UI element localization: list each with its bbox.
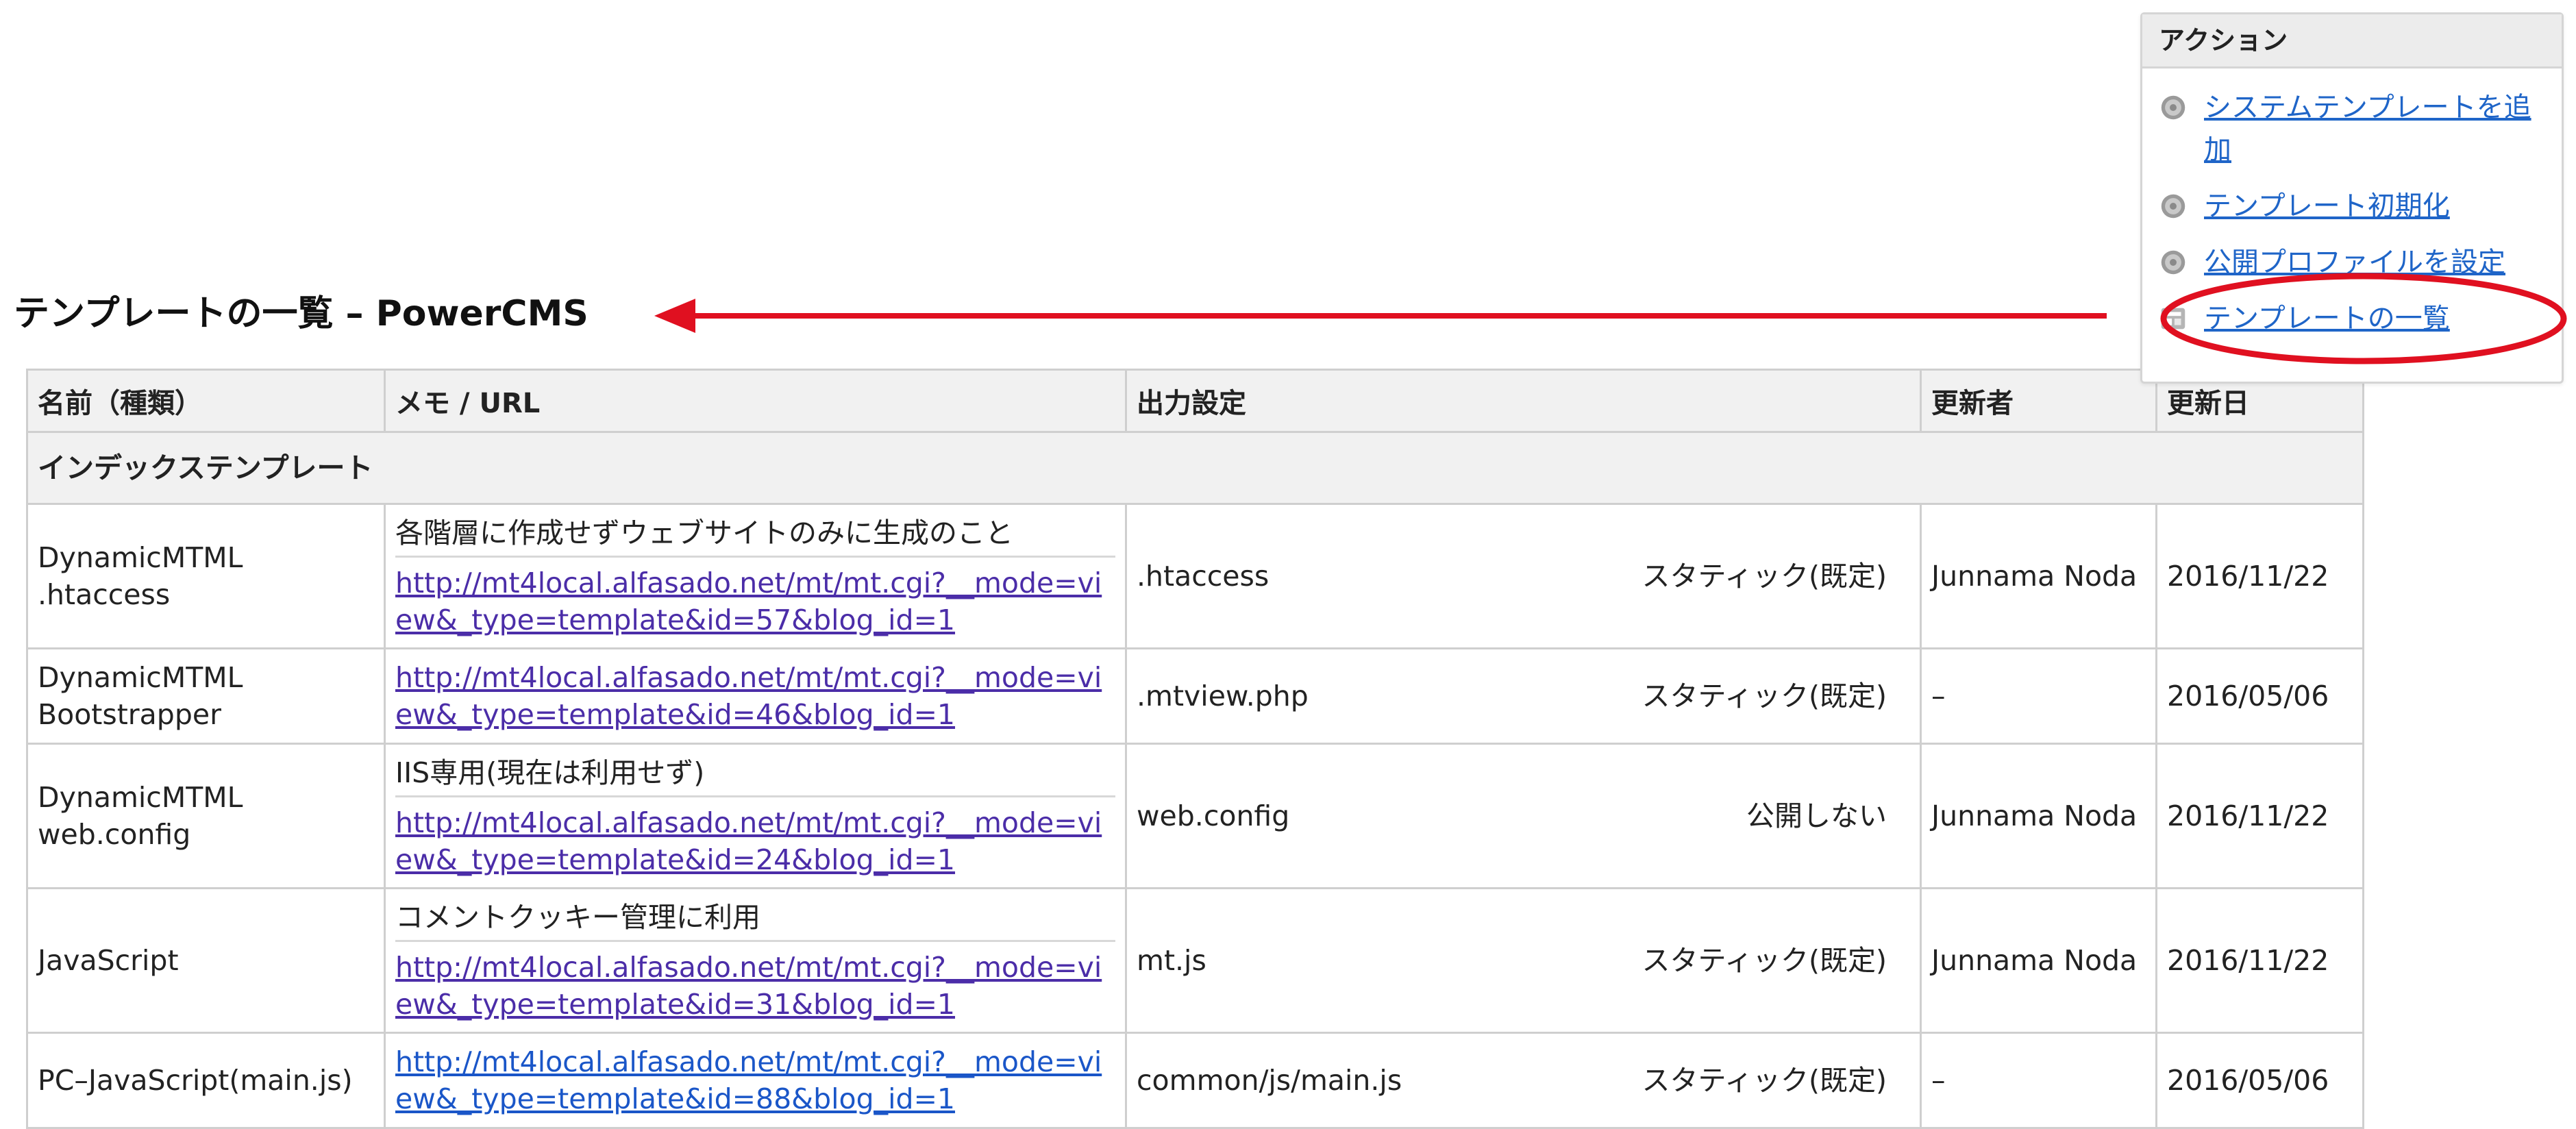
template-memo: 各階層に作成せずウェブサイトのみに生成のこと <box>395 514 1115 558</box>
template-name-line-1: DynamicMTML <box>38 661 243 694</box>
memo-url-cell: IIS専用(現在は利用せず) http://mt4local.alfasado.… <box>384 743 1127 889</box>
author-cell: Junnama Noda <box>1920 743 2157 889</box>
template-name: DynamicMTML web.config <box>26 743 386 889</box>
author-cell: – <box>1920 1032 2157 1129</box>
template-memo: IIS専用(現在は利用せず) <box>395 754 1115 797</box>
date-cell: 2016/05/06 <box>2155 1032 2364 1129</box>
action-item-publishing-profile[interactable]: 公開プロファイルを設定 <box>2142 241 2562 284</box>
output-file: .mtview.php <box>1137 680 1309 712</box>
date-cell: 2016/11/22 <box>2155 887 2364 1034</box>
output-cell: mt.js スタティック(既定) <box>1125 887 1922 1034</box>
page-title: テンプレートの一覧 – PowerCMS <box>14 293 589 334</box>
memo-url-cell: http://mt4local.alfasado.net/mt/mt.cgi?_… <box>384 1032 1127 1129</box>
output-file: .htaccess <box>1137 560 1270 593</box>
column-header-memo-url[interactable]: メモ / URL <box>384 369 1127 433</box>
memo-url-cell: http://mt4local.alfasado.net/mt/mt.cgi?_… <box>384 647 1127 745</box>
column-header-author[interactable]: 更新者 <box>1920 369 2157 433</box>
template-name-line-1: DynamicMTML <box>38 541 243 574</box>
author-cell: Junnama Noda <box>1920 503 2157 649</box>
actions-list: システムテンプレートを追加 テンプレート初期化 公開プロファイルを設定 テンプレ… <box>2142 69 2562 340</box>
publish-status: スタティック(既定) <box>1642 560 1887 593</box>
template-memo: コメントクッキー管理に利用 <box>395 899 1115 942</box>
column-header-output[interactable]: 出力設定 <box>1125 369 1922 433</box>
template-name: DynamicMTML Bootstrapper <box>26 647 386 745</box>
publish-status: スタティック(既定) <box>1642 680 1887 712</box>
template-name-line-1: DynamicMTML <box>38 781 243 814</box>
author-cell: – <box>1920 647 2157 745</box>
output-cell: .htaccess スタティック(既定) <box>1125 503 1922 649</box>
templates-table: 名前（種類） メモ / URL 出力設定 更新者 更新日 インデックステンプレー… <box>26 369 2364 1129</box>
table-row: DynamicMTML Bootstrapper http://mt4local… <box>26 647 2364 745</box>
memo-url-cell: コメントクッキー管理に利用 http://mt4local.alfasado.n… <box>384 887 1127 1034</box>
date-cell: 2016/11/22 <box>2155 503 2364 649</box>
publishing-profile-link[interactable]: 公開プロファイルを設定 <box>2204 241 2505 284</box>
template-url-link[interactable]: http://mt4local.alfasado.net/mt/mt.cgi?_… <box>395 804 1115 878</box>
column-header-name[interactable]: 名前（種類） <box>26 369 386 433</box>
template-list-icon <box>2161 308 2185 330</box>
author-cell: Junnama Noda <box>1920 887 2157 1034</box>
action-item-template-list[interactable]: テンプレートの一覧 <box>2142 297 2562 340</box>
template-name-line-2: .htaccess <box>38 578 171 611</box>
date-cell: 2016/11/22 <box>2155 743 2364 889</box>
table-row: PC–JavaScript(main.js) http://mt4local.a… <box>26 1032 2364 1129</box>
template-name: DynamicMTML .htaccess <box>26 503 386 649</box>
template-url-link[interactable]: http://mt4local.alfasado.net/mt/mt.cgi?_… <box>395 659 1115 733</box>
table-row: JavaScript コメントクッキー管理に利用 http://mt4local… <box>26 887 2364 1034</box>
publish-status: スタティック(既定) <box>1642 1064 1887 1097</box>
annotation-arrow-head <box>654 299 695 333</box>
output-cell: .mtview.php スタティック(既定) <box>1125 647 1922 745</box>
template-url-link[interactable]: http://mt4local.alfasado.net/mt/mt.cgi?_… <box>395 949 1115 1023</box>
actions-panel: アクション システムテンプレートを追加 テンプレート初期化 公開プロファイルを設… <box>2140 12 2564 384</box>
template-url-link[interactable]: http://mt4local.alfasado.net/mt/mt.cgi?_… <box>395 1043 1115 1117</box>
template-url-link[interactable]: http://mt4local.alfasado.net/mt/mt.cgi?_… <box>395 564 1115 638</box>
gear-icon <box>2161 250 2185 275</box>
action-item-add-system-template[interactable]: システムテンプレートを追加 <box>2142 86 2562 171</box>
output-cell: common/js/main.js スタティック(既定) <box>1125 1032 1922 1129</box>
output-cell: web.config 公開しない <box>1125 743 1922 889</box>
template-name-line-2: web.config <box>38 818 191 851</box>
table-row: DynamicMTML .htaccess 各階層に作成せずウェブサイトのみに生… <box>26 503 2364 649</box>
table-header-row: 名前（種類） メモ / URL 出力設定 更新者 更新日 <box>26 369 2364 433</box>
output-file: common/js/main.js <box>1137 1064 1402 1097</box>
add-system-template-link[interactable]: システムテンプレートを追加 <box>2204 86 2548 171</box>
publish-status: 公開しない <box>1746 799 1887 832</box>
actions-panel-title: アクション <box>2142 14 2562 69</box>
output-file: mt.js <box>1137 944 1206 977</box>
template-name: PC–JavaScript(main.js) <box>26 1032 386 1129</box>
output-file: web.config <box>1137 799 1290 832</box>
template-name-line-2: Bootstrapper <box>38 698 221 731</box>
memo-url-cell: 各階層に作成せずウェブサイトのみに生成のこと http://mt4local.a… <box>384 503 1127 649</box>
publish-status: スタティック(既定) <box>1642 944 1887 977</box>
table-row: DynamicMTML web.config IIS専用(現在は利用せず) ht… <box>26 743 2364 889</box>
group-header-index-templates: インデックステンプレート <box>26 431 2364 505</box>
group-header-row: インデックステンプレート <box>26 431 2364 505</box>
template-list-link[interactable]: テンプレートの一覧 <box>2204 297 2450 340</box>
action-item-initialize-templates[interactable]: テンプレート初期化 <box>2142 185 2562 227</box>
gear-icon <box>2161 194 2185 219</box>
template-name: JavaScript <box>26 887 386 1034</box>
initialize-templates-link[interactable]: テンプレート初期化 <box>2204 185 2450 227</box>
gear-icon <box>2161 95 2185 120</box>
date-cell: 2016/05/06 <box>2155 647 2364 745</box>
